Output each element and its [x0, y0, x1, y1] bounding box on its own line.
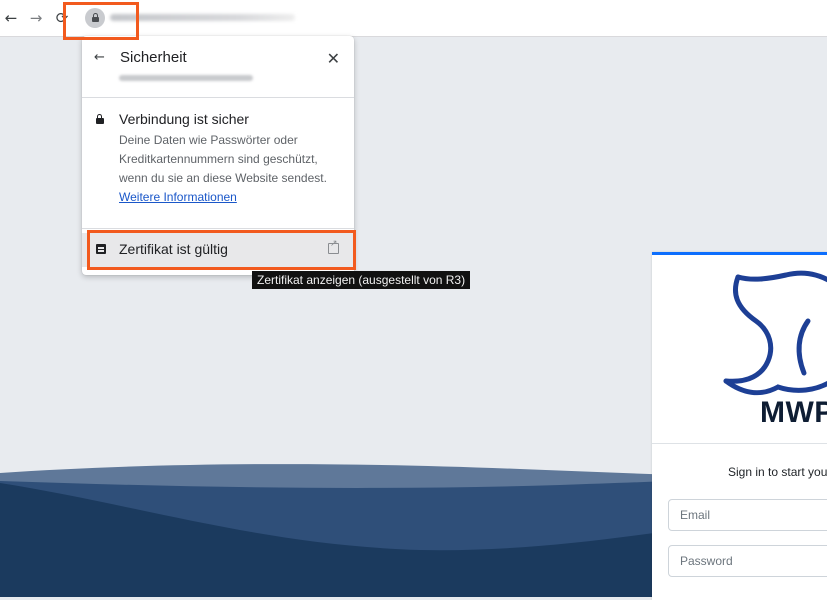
popup-close-button[interactable]: ✕: [327, 49, 340, 68]
popup-title: Sicherheit: [120, 49, 187, 66]
divider: [82, 97, 354, 98]
connection-description: Deine Daten wie Passwörter oder Kreditka…: [119, 131, 329, 207]
password-field[interactable]: Password: [668, 545, 827, 577]
arrow-left-icon: ←: [4, 9, 18, 27]
back-button[interactable]: ←: [0, 7, 22, 29]
more-info-link[interactable]: Weitere Informationen: [119, 190, 237, 204]
arrow-right-icon: →: [29, 9, 43, 27]
popup-back-button[interactable]: ←: [94, 50, 105, 65]
whale-tail-logo-icon: [723, 270, 827, 396]
connection-description-text: Deine Daten wie Passwörter oder Kreditka…: [119, 133, 327, 185]
highlight-lock-box: [63, 2, 139, 40]
email-field[interactable]: Email: [668, 499, 827, 531]
sign-in-message: Sign in to start you: [728, 465, 827, 479]
divider: [652, 443, 827, 444]
connection-secure-title: Verbindung ist sicher: [119, 111, 249, 127]
lock-icon: [96, 114, 106, 125]
certificate-tooltip: Zertifikat anzeigen (ausgestellt von R3): [252, 271, 471, 289]
login-card: MWP Sign in to start you Email Password: [652, 252, 827, 600]
close-icon: ✕: [326, 49, 340, 68]
highlight-certificate-box: [87, 230, 356, 270]
popup-hostname: [119, 75, 253, 81]
arrow-left-icon: ←: [94, 50, 105, 65]
brand-name: MWP: [760, 396, 827, 429]
forward-button[interactable]: →: [25, 7, 47, 29]
divider: [82, 228, 354, 229]
